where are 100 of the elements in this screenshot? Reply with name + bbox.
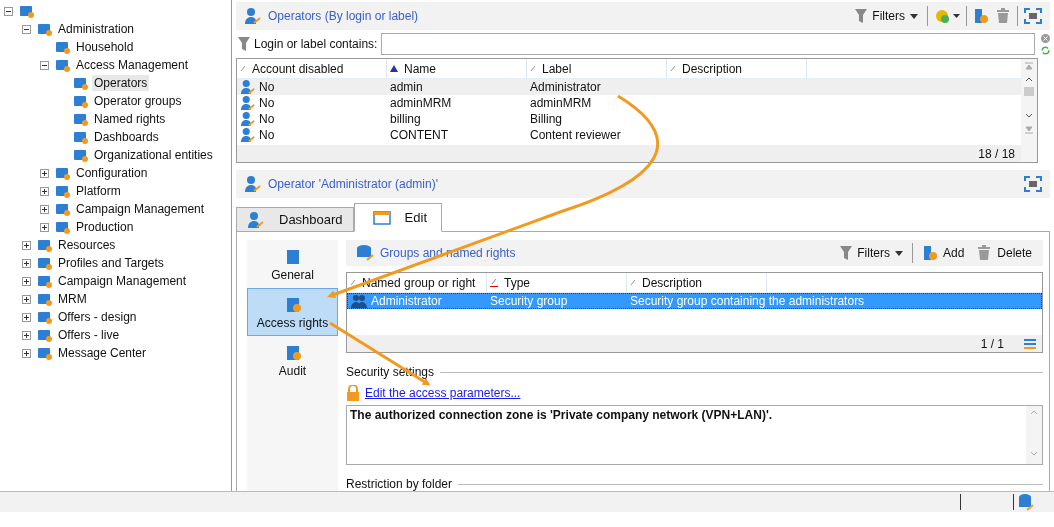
expander-icon[interactable] xyxy=(22,312,31,322)
group-icon xyxy=(350,294,368,308)
tree-item[interactable]: Administration xyxy=(56,21,137,37)
scrollbar[interactable] xyxy=(1021,59,1037,162)
caret-icon xyxy=(894,250,903,256)
record-count: 1 / 1 xyxy=(980,336,1004,351)
expander-icon[interactable] xyxy=(22,24,31,34)
search-label: Login or label contains: xyxy=(254,37,378,51)
tree-item[interactable]: Configuration xyxy=(74,165,150,181)
folder-icon xyxy=(73,75,89,91)
nav-item[interactable]: General xyxy=(247,240,338,288)
expander-icon[interactable] xyxy=(22,240,31,250)
expander-icon[interactable] xyxy=(22,294,31,304)
table-cell: Administrator xyxy=(371,294,442,308)
window-icon xyxy=(372,210,391,225)
folder-icon xyxy=(55,39,71,55)
trash-icon[interactable] xyxy=(995,8,1011,24)
toolbar-button[interactable]: Filters xyxy=(837,246,906,260)
column-header[interactable]: Description xyxy=(682,61,743,76)
table-cell: adminMRM xyxy=(390,96,452,110)
text-area[interactable]: The authorized connection zone is 'Private company network (VPN+LAN)'. xyxy=(346,405,1043,465)
tree-item[interactable]: Profiles and Targets xyxy=(56,255,166,271)
table-row[interactable]: No admin Administrator xyxy=(237,79,1021,95)
table-cell: No xyxy=(259,96,275,110)
expander-icon[interactable] xyxy=(4,6,13,16)
search-field[interactable] xyxy=(381,33,1035,55)
table-cell: Billing xyxy=(530,112,562,126)
table-cell: No xyxy=(259,128,275,142)
menu-icon[interactable] xyxy=(1024,338,1036,349)
panel-title: Operator 'Administrator (admin)' xyxy=(268,177,438,191)
tree-item[interactable]: Dashboards xyxy=(92,129,161,145)
tab[interactable]: Edit xyxy=(353,203,442,232)
folder-icon xyxy=(37,255,53,271)
expander-icon[interactable] xyxy=(40,168,49,178)
nav-item[interactable]: Audit xyxy=(247,336,338,384)
folder-icon xyxy=(73,93,89,109)
column-header[interactable]: Label xyxy=(542,61,572,76)
table-row[interactable]: No billing Billing xyxy=(237,111,1021,127)
document-icon xyxy=(284,247,301,265)
expander-icon[interactable] xyxy=(22,276,31,286)
folder-icon xyxy=(73,111,89,127)
nav-item[interactable]: Access rights xyxy=(247,288,338,336)
expander-icon[interactable] xyxy=(40,222,49,232)
table-cell: Security group xyxy=(490,294,568,308)
tree-item[interactable]: Campaign Management xyxy=(74,201,207,217)
column-header[interactable]: Type xyxy=(504,275,530,290)
filters-button[interactable]: Filters xyxy=(852,9,921,23)
column-header[interactable]: Name xyxy=(404,61,436,76)
maximize-icon[interactable] xyxy=(1024,8,1042,24)
tree-item[interactable]: Operator groups xyxy=(92,93,184,109)
document-icon xyxy=(284,343,301,361)
user-key-icon xyxy=(240,111,256,127)
maximize-icon[interactable] xyxy=(1024,176,1042,192)
tree-item[interactable]: Household xyxy=(74,39,136,55)
expander-icon[interactable] xyxy=(40,60,49,70)
tab[interactable]: Dashboard xyxy=(236,207,354,232)
folder-icon xyxy=(55,57,71,73)
tree-item[interactable]: Operators xyxy=(92,75,150,91)
tree-item[interactable]: Message Center xyxy=(56,345,149,361)
folder-icon xyxy=(55,165,71,181)
expander-icon[interactable] xyxy=(22,330,31,340)
document-icon xyxy=(284,295,301,313)
column-header[interactable]: Account disabled xyxy=(252,61,344,76)
filter-icon xyxy=(855,9,868,23)
user-key-icon xyxy=(240,95,256,111)
scrollbar[interactable] xyxy=(1026,406,1042,464)
table-cell: CONTENT xyxy=(390,128,448,142)
table-cell: No xyxy=(259,80,275,94)
tree-item[interactable]: Platform xyxy=(74,183,123,199)
section-heading: Restriction by folder xyxy=(346,477,453,491)
panel-title: Operators (By login or label) xyxy=(268,9,419,23)
tree-item[interactable]: Named rights xyxy=(92,111,168,127)
tree-item[interactable]: Access Management xyxy=(74,57,191,73)
table-cell: admin xyxy=(390,80,423,94)
folder-icon xyxy=(37,327,53,343)
new-document-icon[interactable] xyxy=(973,8,989,24)
table-row[interactable]: No adminMRM adminMRM xyxy=(237,95,1021,111)
filter-icon xyxy=(238,37,250,51)
tree-item[interactable]: Organizational entities xyxy=(92,147,215,163)
tree-item[interactable]: Production xyxy=(74,219,136,235)
tree-item[interactable]: Offers - live xyxy=(56,327,122,343)
tree-item[interactable]: MRM xyxy=(56,291,89,307)
tree-item[interactable]: Offers - design xyxy=(56,309,139,325)
table-cell: billing xyxy=(390,112,421,126)
toolbar-button[interactable]: Delete xyxy=(973,245,1035,261)
user-key-icon xyxy=(247,210,265,229)
new-document-icon xyxy=(921,245,938,261)
database-icon xyxy=(1018,493,1034,511)
expander-icon[interactable] xyxy=(40,186,49,196)
table-row[interactable]: No CONTENT Content reviewer xyxy=(237,127,1021,143)
access-parameters-link[interactable]: Edit the access parameters... xyxy=(365,386,521,400)
expander-icon[interactable] xyxy=(40,204,49,214)
clear-icon[interactable] xyxy=(1041,33,1050,43)
expander-icon[interactable] xyxy=(22,348,31,358)
tree-item[interactable]: Resources xyxy=(56,237,118,253)
tree-item[interactable]: Campaign Management xyxy=(56,273,189,289)
toolbar-button[interactable]: Add xyxy=(918,245,968,261)
column-header[interactable]: Description xyxy=(642,275,703,290)
expander-icon[interactable] xyxy=(22,258,31,268)
refresh-icon[interactable] xyxy=(1041,45,1050,55)
